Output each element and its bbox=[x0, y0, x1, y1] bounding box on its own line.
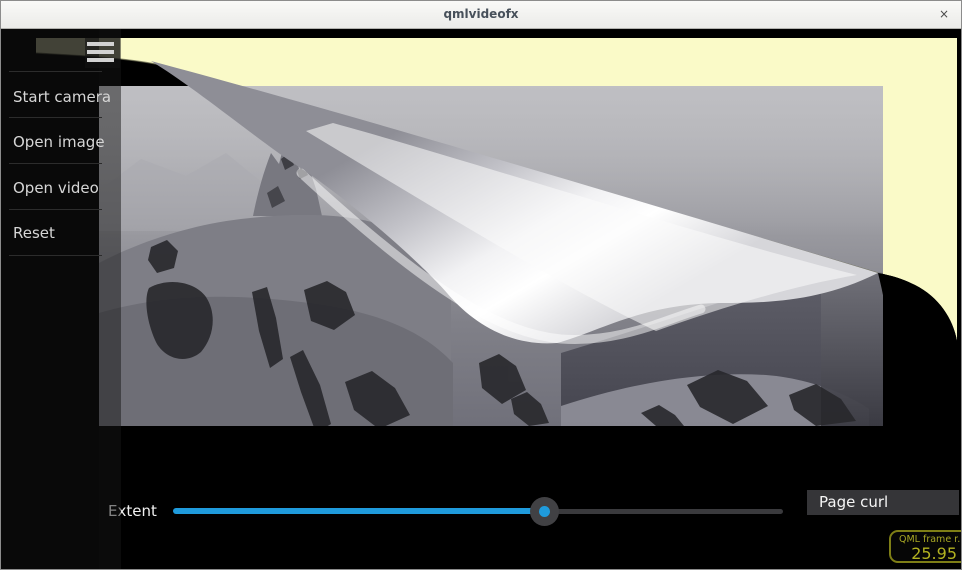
hamburger-bar bbox=[87, 58, 114, 62]
menu-separator bbox=[9, 209, 102, 210]
menu-separator bbox=[9, 71, 102, 72]
main-area: Extent Page curl QML frame r... 25.95 St… bbox=[1, 29, 961, 570]
slider-handle-dot bbox=[539, 506, 550, 517]
sidebar-item-start-camera[interactable]: Start camera bbox=[13, 87, 111, 107]
sidebar: Start camera Open image Open video Reset bbox=[1, 29, 121, 570]
sidebar-panel bbox=[1, 29, 99, 570]
hamburger-bar bbox=[87, 42, 114, 46]
page-curl-video-scene bbox=[1, 29, 961, 570]
menu-separator bbox=[9, 117, 102, 118]
sidebar-item-open-image[interactable]: Open image bbox=[13, 132, 105, 152]
menu-separator bbox=[9, 255, 102, 256]
hamburger-bar bbox=[87, 50, 114, 54]
hamburger-icon[interactable] bbox=[85, 38, 120, 68]
sidebar-item-open-video[interactable]: Open video bbox=[13, 178, 99, 198]
title-bar: qmlvideofx × bbox=[1, 1, 961, 29]
fps-value: 25.95 bbox=[899, 544, 961, 563]
fps-badge: QML frame r... 25.95 bbox=[889, 530, 961, 563]
close-icon[interactable]: × bbox=[935, 6, 953, 24]
sidebar-item-reset[interactable]: Reset bbox=[13, 223, 55, 243]
app-window: qmlvideofx × bbox=[0, 0, 962, 570]
extent-slider-track-filled[interactable] bbox=[173, 508, 546, 514]
window-title: qmlvideofx bbox=[1, 7, 961, 21]
extent-slider-track[interactable] bbox=[546, 509, 783, 514]
menu-separator bbox=[9, 163, 102, 164]
effect-select-button[interactable]: Page curl bbox=[807, 490, 959, 515]
extent-slider-handle[interactable] bbox=[530, 497, 559, 526]
